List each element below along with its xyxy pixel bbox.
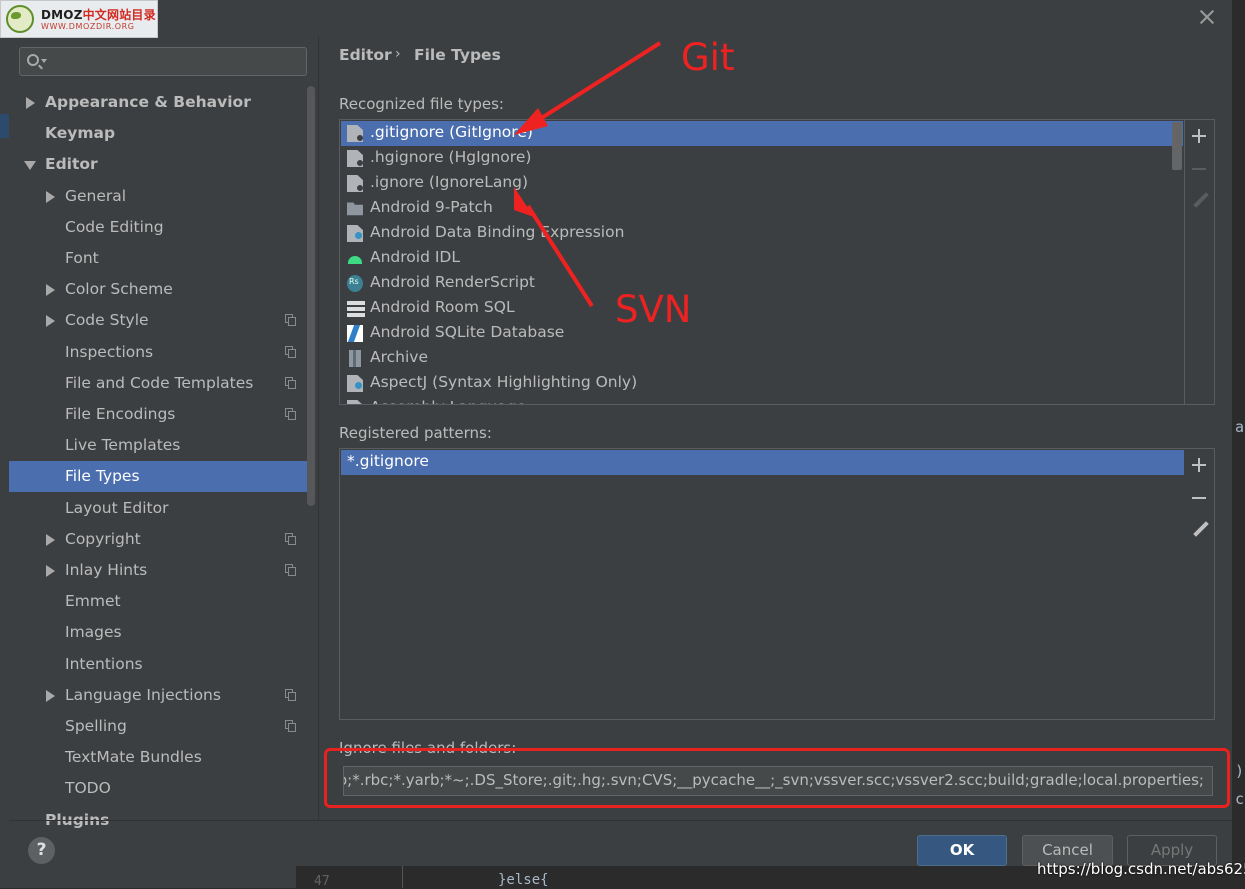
help-button[interactable]: ? (28, 837, 55, 864)
arrow-head-svn (514, 187, 534, 217)
ok-button[interactable]: OK (917, 835, 1007, 866)
annotation-arrows (514, 41, 662, 308)
arrow-to-gitignore (530, 41, 662, 126)
arrow-to-ignore (526, 204, 594, 308)
url-watermark: https://blog.csdn.net/abs625 (1037, 860, 1245, 878)
arrow-head-git (514, 108, 548, 135)
